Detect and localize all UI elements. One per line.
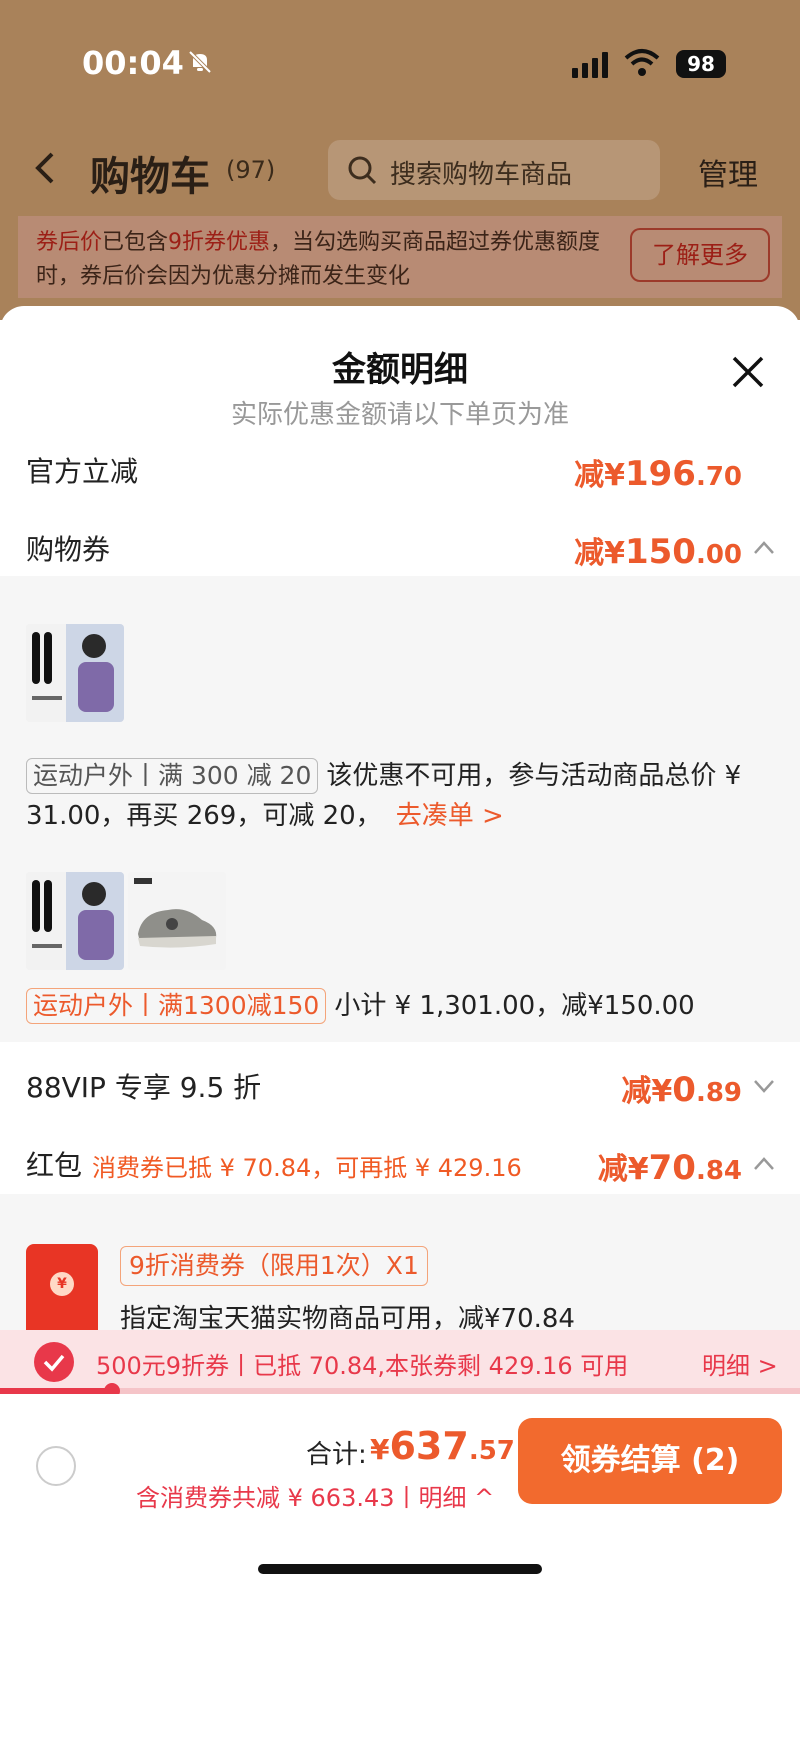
red-packet-row[interactable]: 红包 消费券已抵 ¥ 70.84，可再抵 ¥ 429.16 减¥70.84 (0, 1134, 800, 1194)
search-icon (348, 156, 377, 185)
product-thumbnail[interactable] (128, 872, 226, 970)
amount-detail-sheet: 金额明细 实际优惠金额请以下单页为准 官方立减 减¥196.70 购物券 减¥1… (0, 306, 800, 1739)
sheet-subtitle: 实际优惠金额请以下单页为准 (230, 400, 569, 430)
status-bar: 00:04 98 (0, 0, 800, 120)
vip-discount-label: 88VIP 专享 9.5 折 (26, 1071, 262, 1104)
add-more-link[interactable]: 去凑单 > (396, 801, 504, 831)
red-packet-coin: ¥ (50, 1272, 74, 1296)
red-packet-amount: 减¥70.84 (597, 1148, 742, 1188)
coupon-status-bar[interactable]: 500元9折券丨已抵 70.84,本张券剩 429.16 可用 明细 > (0, 1330, 800, 1394)
shopping-coupon-row[interactable]: 购物券 减¥150.00 (0, 518, 800, 578)
promo-unavailable-text: 运动户外丨满 300 减 20 该优惠不可用，参与活动商品总价 ¥ 31.00，再… (26, 756, 786, 836)
total-label: 合计: (306, 1440, 367, 1470)
page-title: 购物车 (90, 154, 210, 200)
checkout-footer: 合计: ¥637.57 含消费券共减 ¥ 663.43丨明细 ^ 领券结算 (2… (0, 1394, 800, 1587)
vip-discount-amount: 减¥0.89 (621, 1070, 742, 1110)
vip-discount-row[interactable]: 88VIP 专享 9.5 折 减¥0.89 (0, 1056, 800, 1116)
manage-button[interactable]: 管理 (698, 150, 758, 194)
official-discount-row: 官方立减 减¥196.70 (0, 440, 800, 500)
total-discount-detail[interactable]: 含消费券共减 ¥ 663.43丨明细 ^ (136, 1478, 494, 1513)
coupon-notice-banner: 券后价已包含9折券优惠，当勾选购买商品超过券优惠额度时，券后价会因为优惠分摊而发… (18, 216, 782, 298)
shopping-coupon-label: 购物券 (26, 533, 111, 566)
official-discount-label: 官方立减 (26, 455, 139, 488)
checkmark-icon (34, 1342, 74, 1382)
mute-bell-icon (188, 50, 212, 74)
chevron-down-icon[interactable] (752, 1076, 776, 1094)
red-packet-icon: ¥ (26, 1244, 98, 1340)
arm-sleeve-product-image (26, 624, 124, 722)
close-icon[interactable] (728, 352, 768, 392)
sheet-title: 金额明细 (332, 350, 468, 390)
sneaker-product-image (128, 872, 226, 970)
status-time: 00:04 (82, 44, 184, 82)
shopping-coupon-amount: 减¥150.00 (574, 532, 742, 572)
home-indicator (258, 1564, 542, 1574)
red-packet-tag: 9折消费券（限用1次）X1 (120, 1246, 428, 1286)
chevron-up-icon[interactable] (752, 538, 776, 556)
promo-tag-1300: 运动户外丨满1300减150 (26, 988, 327, 1024)
learn-more-button[interactable]: 了解更多 (630, 228, 770, 282)
checkout-button[interactable]: 领券结算 (2) (518, 1418, 782, 1504)
search-placeholder: 搜索购物车商品 (390, 160, 573, 190)
red-packet-label: 红包 (26, 1149, 83, 1182)
chevron-up-icon[interactable] (752, 1154, 776, 1172)
notice-text: 券后价已包含9折券优惠，当勾选购买商品超过券优惠额度时，券后价会因为优惠分摊而发… (36, 230, 601, 289)
wifi-icon (624, 49, 660, 76)
promo-applied-text: 运动户外丨满1300减150 小计 ¥ 1,301.00，减¥150.00 (26, 986, 786, 1026)
coupon-detail-panel: 运动户外丨满 300 减 20 该优惠不可用，参与活动商品总价 ¥ 31.00，再… (0, 576, 800, 1042)
official-discount-amount: 减¥196.70 (574, 454, 742, 494)
back-arrow-icon[interactable] (30, 148, 60, 188)
cart-count: (97) (226, 156, 276, 184)
red-packet-summary: 消费券已抵 ¥ 70.84，可再抵 ¥ 429.16 (92, 1154, 522, 1182)
product-thumbnail[interactable] (26, 872, 124, 970)
arm-sleeve-product-image (26, 872, 124, 970)
select-all-checkbox[interactable] (36, 1446, 76, 1486)
battery-indicator: 98 (676, 50, 726, 78)
signal-icon (572, 52, 608, 78)
product-thumbnail[interactable] (26, 624, 124, 722)
top-nav: 购物车 (97) 搜索购物车商品 管理 (0, 136, 800, 206)
total-amount: ¥637.57 (370, 1424, 515, 1468)
search-input[interactable]: 搜索购物车商品 (328, 140, 660, 200)
coupon-detail-link[interactable]: 明细 > (702, 1346, 778, 1381)
coupon-status-text: 500元9折券丨已抵 70.84,本张券剩 429.16 可用 (96, 1352, 629, 1380)
promo-tag-300: 运动户外丨满 300 减 20 (26, 758, 319, 794)
